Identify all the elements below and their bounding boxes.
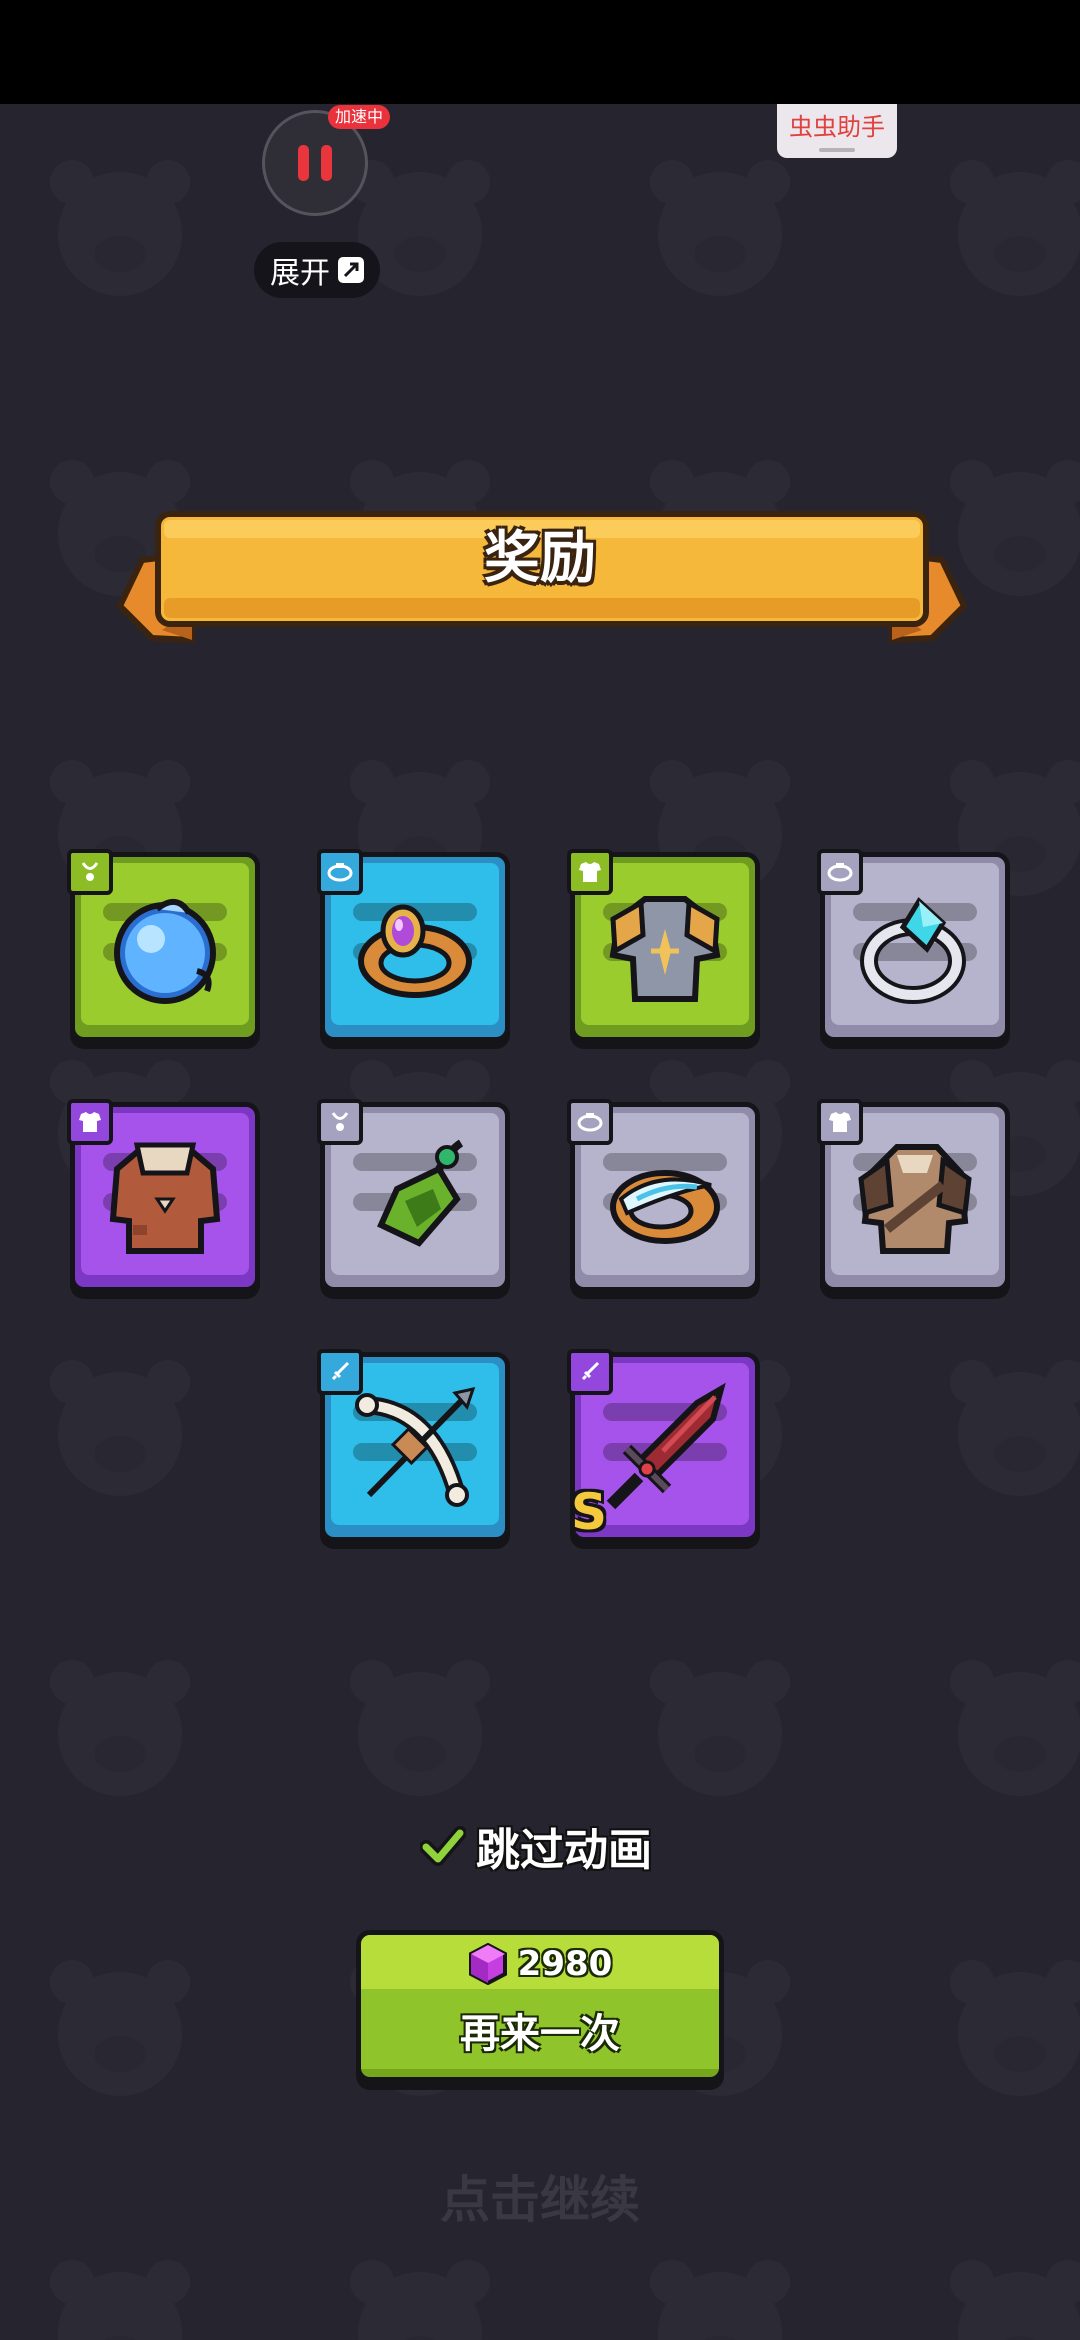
expand-icon: [338, 257, 364, 283]
cost-row: 2980: [361, 1941, 719, 1987]
reward-card[interactable]: [67, 849, 260, 1042]
feather-ring-icon: [610, 1170, 720, 1244]
green-amulet-icon: [377, 1139, 464, 1247]
reward-card[interactable]: S: [567, 1349, 760, 1542]
skip-animation-label: 跳过动画: [476, 1825, 652, 1876]
speed-badge: 加速中: [328, 105, 391, 129]
fur-armor-icon: [858, 1144, 972, 1254]
leather-vest-icon: [109, 1142, 221, 1254]
reward-card[interactable]: [317, 1349, 510, 1542]
retry-label: 再来一次: [460, 2011, 620, 2057]
red-sword-icon: [606, 1382, 726, 1510]
reward-card[interactable]: [817, 1099, 1010, 1292]
retry-cost: 2980: [517, 1944, 613, 1984]
crystal-ring-icon: [860, 897, 966, 1004]
reward-card[interactable]: [317, 1099, 510, 1292]
pause-icon: [298, 145, 309, 181]
banner-title: 奖励: [484, 526, 596, 591]
reward-card[interactable]: [567, 1099, 760, 1292]
skip-animation-toggle[interactable]: 跳过动画: [420, 1818, 680, 1876]
expand-label: 展开: [270, 256, 330, 291]
blue-orb-icon: [114, 899, 216, 1004]
checkmark-icon: [420, 1826, 466, 1866]
reward-card[interactable]: [817, 849, 1010, 1042]
retry-button[interactable]: 2980 再来一次: [356, 1930, 724, 2082]
expand-button[interactable]: 展开: [254, 242, 380, 298]
reward-card[interactable]: [317, 849, 510, 1042]
tap-to-continue[interactable]: 点击继续: [0, 2160, 1080, 2232]
rank-label: S: [571, 1483, 608, 1541]
drag-handle[interactable]: [819, 148, 855, 152]
status-bar: [0, 0, 1080, 104]
plate-armor-icon: [609, 896, 721, 1002]
gem-ring-icon: [358, 904, 472, 998]
purple-gem-icon: [468, 1943, 507, 1985]
reward-card[interactable]: [67, 1099, 260, 1292]
reward-card[interactable]: [567, 849, 760, 1042]
helper-label: 虫虫助手: [789, 113, 885, 141]
helper-tab[interactable]: 虫虫助手: [777, 104, 897, 158]
bone-bow-icon: [355, 1386, 476, 1507]
